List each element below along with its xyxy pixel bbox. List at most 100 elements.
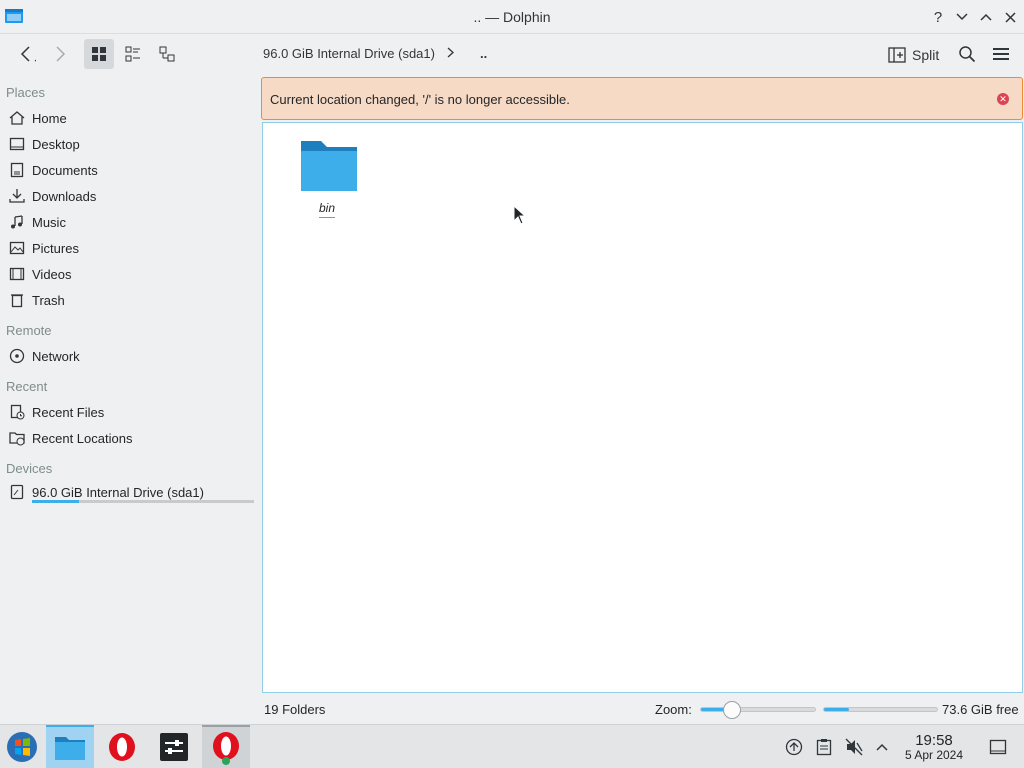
volume-muted-tray-icon[interactable]: [844, 737, 864, 757]
zoom-slider[interactable]: [700, 707, 816, 712]
clock[interactable]: 19:58 5 Apr 2024: [898, 732, 970, 762]
window-title: .. — Dolphin: [473, 9, 551, 25]
sidebar-item-videos[interactable]: Videos: [8, 263, 72, 285]
updates-tray-icon[interactable]: [784, 737, 804, 757]
clipboard-tray-icon[interactable]: [814, 737, 834, 757]
menu-button[interactable]: [986, 39, 1016, 69]
hamburger-menu-icon: [993, 48, 1009, 60]
opera-icon: [213, 732, 239, 765]
sidebar-item-downloads[interactable]: Downloads: [8, 185, 96, 207]
free-space-label: 73.6 GiB free: [942, 702, 1019, 717]
folder-icon: [55, 737, 85, 760]
show-desktop-icon[interactable]: [988, 737, 1008, 757]
status-bar: 19 Folders Zoom: 73.6 GiB free: [0, 696, 1024, 722]
network-icon: [8, 347, 26, 365]
details-view-icon: [159, 46, 175, 62]
sidebar-item-recent-locations[interactable]: Recent Locations: [8, 427, 132, 449]
free-space-bar: [823, 707, 938, 712]
downloads-icon: [8, 187, 26, 205]
sidebar-item-label: Trash: [32, 292, 65, 308]
sidebar-item-network[interactable]: Network: [8, 345, 80, 367]
split-button[interactable]: Split: [888, 43, 939, 67]
documents-icon: [8, 161, 26, 179]
mouse-cursor-icon: [513, 205, 527, 225]
section-remote: Remote: [6, 323, 52, 338]
breadcrumb: 96.0 GiB Internal Drive (sda1) ..: [263, 46, 487, 61]
zoom-slider-handle[interactable]: [722, 701, 741, 719]
sidebar-item-label: Videos: [32, 266, 72, 282]
title-bar: .. — Dolphin ?: [0, 0, 1024, 34]
taskbar: 19:58 5 Apr 2024: [0, 724, 1024, 768]
folder-icon: [301, 141, 357, 191]
minimize-button[interactable]: [952, 7, 972, 27]
zoom-label: Zoom:: [655, 702, 692, 717]
tray-expand-icon[interactable]: [872, 737, 892, 757]
taskbar-system-settings[interactable]: [150, 725, 198, 768]
section-places: Places: [6, 85, 46, 100]
sidebar-item-desktop[interactable]: Desktop: [8, 133, 80, 155]
sidebar-item-recent-files[interactable]: Recent Files: [8, 401, 104, 423]
recent-locations-icon: [8, 429, 26, 447]
notification-message: Current location changed, '/' is no long…: [270, 92, 570, 107]
folder-item[interactable]: [299, 137, 363, 196]
icons-view-icon: [92, 47, 106, 61]
search-icon: [959, 46, 976, 63]
close-notification-icon[interactable]: ✕: [997, 93, 1009, 105]
clock-time: 19:58: [915, 732, 953, 749]
sidebar-item-label: Home: [32, 110, 67, 126]
search-button[interactable]: [952, 39, 982, 69]
sidebar-item-label: Downloads: [32, 188, 97, 204]
location-changed-notification: Current location changed, '/' is no long…: [261, 77, 1023, 120]
system-settings-icon: [160, 733, 188, 761]
breadcrumb-drive[interactable]: 96.0 GiB Internal Drive (sda1): [263, 46, 435, 61]
drive-usage-bar: [32, 500, 254, 503]
recent-files-icon: [8, 403, 26, 421]
sidebar-item-home[interactable]: Home: [8, 107, 67, 129]
drive-icon: [8, 483, 26, 501]
home-icon: [8, 109, 26, 127]
sidebar-item-label: Pictures: [32, 240, 79, 256]
item-count: 19 Folders: [264, 702, 326, 717]
section-devices: Devices: [6, 461, 53, 476]
split-label: Split: [912, 47, 940, 63]
maximize-button[interactable]: [976, 7, 996, 27]
folder-label[interactable]: bin: [319, 201, 336, 218]
pictures-icon: [8, 239, 26, 257]
details-view-button[interactable]: [152, 39, 182, 69]
icons-view-button[interactable]: [84, 39, 114, 69]
help-button[interactable]: ?: [928, 7, 948, 27]
taskbar-opera[interactable]: [98, 725, 146, 768]
desktop-icon: [8, 135, 26, 153]
taskbar-dolphin[interactable]: [46, 725, 94, 768]
back-button[interactable]: [10, 39, 42, 69]
sidebar-item-label: Network: [32, 348, 80, 364]
sidebar-item-label: Desktop: [32, 136, 80, 152]
sidebar-item-label: Music: [32, 214, 66, 230]
videos-icon: [8, 265, 26, 283]
file-view[interactable]: bin: [262, 122, 1023, 693]
music-icon: [8, 213, 26, 231]
compact-view-icon: [125, 46, 140, 62]
opera-icon: [109, 733, 135, 761]
sidebar-item-label: 96.0 GiB Internal Drive (sda1): [32, 484, 204, 500]
taskbar-opera-running[interactable]: [202, 725, 250, 768]
chevron-right-icon[interactable]: [447, 46, 454, 61]
close-button[interactable]: [1000, 7, 1020, 27]
sidebar-item-music[interactable]: Music: [8, 211, 66, 233]
sidebar-item-pictures[interactable]: Pictures: [8, 237, 79, 259]
start-menu-icon: [7, 732, 37, 762]
section-recent: Recent: [6, 379, 48, 394]
forward-button[interactable]: [44, 39, 76, 69]
sidebar-item-documents[interactable]: Documents: [8, 159, 98, 181]
breadcrumb-parent[interactable]: ..: [480, 46, 487, 61]
toolbar: 96.0 GiB Internal Drive (sda1) .. Split: [0, 34, 1024, 76]
sidebar-item-label: Recent Locations: [32, 430, 133, 446]
split-icon: [888, 47, 906, 63]
compact-view-button[interactable]: [118, 39, 148, 69]
start-menu-button[interactable]: [0, 725, 44, 768]
trash-icon: [8, 291, 26, 309]
sidebar-item-label: Recent Files: [32, 404, 105, 420]
sidebar-item-trash[interactable]: Trash: [8, 289, 65, 311]
free-space-fill: [824, 708, 849, 711]
drive-usage-fill: [32, 500, 79, 503]
